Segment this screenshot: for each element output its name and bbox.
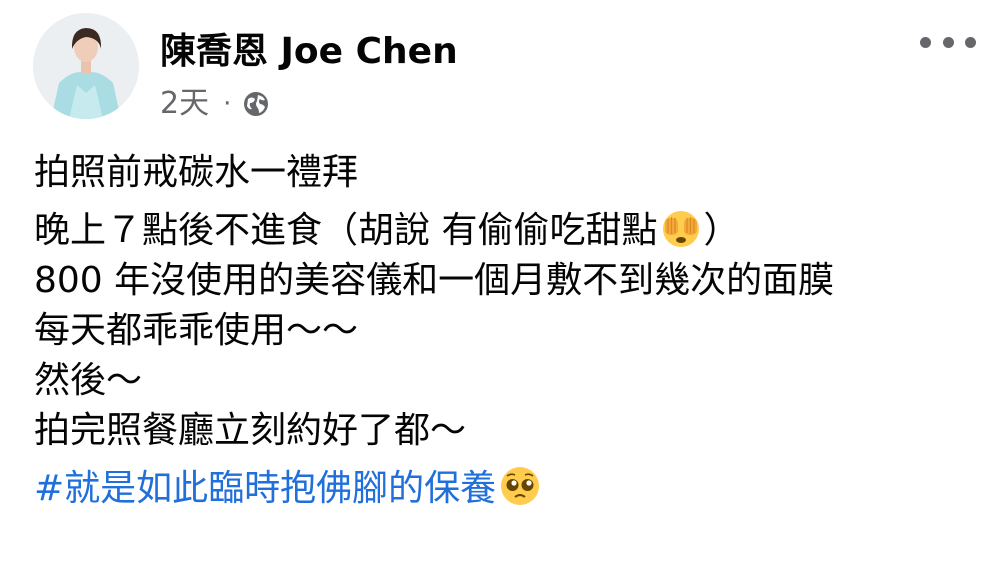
post-line-6: 拍完照餐廳立刻約好了都～ [34,410,467,451]
post-line-2-end: ） [703,210,740,251]
post-line-2-text: 晚上７點後不進食（胡說 有偷偷吃甜點 [34,210,658,251]
post-timestamp[interactable]: 2天 [160,84,209,124]
pleading-face-emoji [498,464,542,508]
face-with-hand-over-eyes-emoji [659,206,703,250]
more-options-button[interactable] [920,26,976,58]
post-hashtag-line: #就是如此臨時抱佛腳的保養 [34,464,984,514]
more-options-icon [920,36,931,48]
meta-separator: · [223,89,232,119]
more-options-icon-dot [942,36,954,48]
post-line-3: 800 年沒使用的美容儀和一個月敷不到幾次的面膜 [34,260,835,301]
post-line-2: 晚上７點後不進食（胡說 有偷偷吃甜點 ） [34,206,984,256]
more-options-icon-dot [965,36,976,48]
post-header: 陳喬恩 Joe Chen 2天 · [0,0,1000,140]
post-line-4: 每天都乖乖使用～～ [34,310,359,351]
post-line-5: 然後～ [34,360,143,401]
post-body: 拍照前戒碳水一禮拜 晚上７點後不進食（胡說 有偷偷吃甜點 ） 800 年沒使用的美… [34,148,984,514]
globe-icon [241,89,271,119]
author-avatar[interactable] [33,13,139,119]
author-name[interactable]: 陳喬恩 Joe Chen [160,30,458,74]
avatar-photo [33,13,139,119]
post-meta: 2天 · [160,84,271,124]
hashtag-link[interactable]: #就是如此臨時抱佛腳的保養 [34,468,496,509]
post-line-1: 拍照前戒碳水一禮拜 [34,152,359,193]
